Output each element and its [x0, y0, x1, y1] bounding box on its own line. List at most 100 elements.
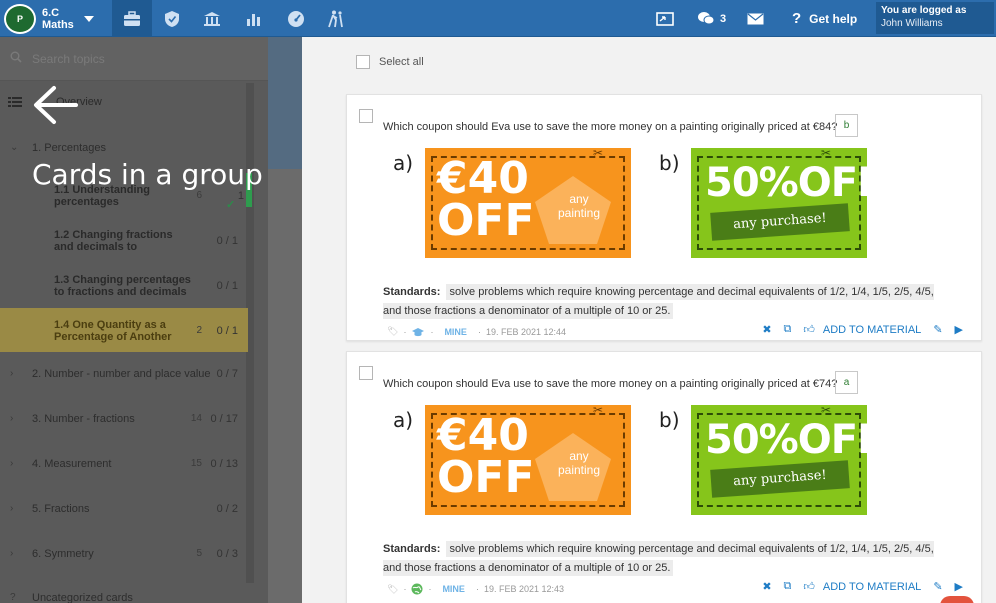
class-switcher[interactable]: P 6.C Maths	[4, 3, 104, 34]
screen-share-button[interactable]	[656, 0, 674, 37]
question-icon: ?	[792, 10, 802, 27]
chat-icon	[698, 11, 715, 24]
cards-panel: Select all Which coupon should Eva use t…	[302, 37, 996, 603]
cast-icon[interactable]: ⧉	[784, 323, 792, 336]
nav-activities[interactable]	[316, 0, 356, 37]
thumbs-up-icon[interactable]: 👍︎	[803, 323, 815, 336]
coupon-b-image: ✂ 50%OFF any purchase!	[691, 146, 884, 258]
subtopic-label: 1.4 One Quantity as a Percentage of Anot…	[54, 319, 172, 343]
nav-dashboard[interactable]	[276, 0, 316, 37]
envelope-icon	[747, 13, 764, 24]
coupon-a-amount: €40	[437, 153, 529, 204]
card-checkbox[interactable]	[359, 109, 373, 123]
cast-icon	[656, 11, 674, 26]
tag-icon[interactable]: 🏷	[387, 584, 398, 595]
bar-chart-icon	[247, 13, 260, 26]
close-icon[interactable]: ✖	[762, 580, 771, 593]
card-date: 19. FEB 2021 12:44	[485, 326, 566, 337]
edit-icon[interactable]: ✎	[933, 580, 942, 593]
hiking-icon	[328, 10, 343, 27]
card-actions: ✖ ⧉ 👍︎ ADD TO MATERIAL ✎ ▶	[750, 580, 963, 593]
card-actions: ✖ ⧉ 👍︎ ADD TO MATERIAL ✎ ▶	[750, 323, 963, 336]
user-account-menu[interactable]: You are logged as John Williams	[876, 2, 994, 34]
scissors-icon: ✂	[593, 146, 604, 160]
search-icon	[10, 51, 22, 63]
mail-button[interactable]	[747, 0, 764, 37]
subtopic-progress: 0 / 1	[216, 235, 238, 247]
coupon-b-off: OFF	[797, 417, 885, 463]
nav-shield[interactable]	[152, 0, 192, 37]
select-all-label: Select all	[379, 56, 424, 68]
topic-progress: 0 / 3	[216, 548, 238, 560]
answer-box: b	[835, 114, 858, 137]
back-arrow-icon[interactable]	[32, 85, 78, 125]
option-a-label: a)	[393, 151, 414, 175]
question-card: Which coupon should Eva use to save the …	[346, 351, 982, 603]
edit-icon[interactable]: ✎	[933, 323, 942, 336]
add-to-material-button[interactable]: ADD TO MATERIAL	[823, 324, 921, 336]
search-placeholder: Search topics	[32, 52, 105, 66]
coupon-a-image: ✂ €40 OFF any painting	[425, 403, 631, 515]
nav-briefcase[interactable]	[112, 0, 152, 37]
card-meta: 🏷 · · MINE · 19. FEB 2021 12:43	[387, 583, 564, 595]
shield-icon	[165, 10, 179, 27]
scissors-icon: ✂	[821, 146, 832, 160]
chat-launcher[interactable]	[940, 596, 974, 603]
coupon-a-text: €40 OFF	[437, 153, 535, 246]
standards-description: solve problems which require knowing per…	[383, 541, 934, 576]
get-help-button[interactable]: ? Get help	[792, 0, 857, 37]
separator: ·	[430, 326, 434, 337]
subtopic-progress: 0 / 1	[216, 325, 238, 337]
nav-statistics[interactable]	[234, 0, 274, 37]
messages-button[interactable]: 3	[697, 0, 726, 37]
graduation-cap-icon	[412, 327, 425, 336]
cast-icon[interactable]: ⧉	[784, 580, 792, 593]
topic-label: Uncategorized cards	[32, 592, 133, 603]
question-icon: ?	[10, 592, 16, 603]
card-checkbox[interactable]	[359, 366, 373, 380]
chevron-down-icon: ⌄	[10, 142, 19, 153]
coupon-a-off: OFF	[437, 195, 535, 246]
separator: ·	[475, 584, 479, 594]
close-icon[interactable]: ✖	[762, 323, 771, 336]
thumbs-up-icon[interactable]: 👍︎	[803, 580, 815, 593]
globe-icon	[411, 583, 423, 595]
check-icon: ✓	[226, 199, 236, 211]
coupon-b-percent: 50%	[705, 417, 799, 463]
owner-label: MINE	[442, 584, 465, 594]
topic-progress: 0 / 7	[216, 368, 238, 380]
overlay-title: Cards in a group	[32, 158, 263, 191]
select-all-checkbox[interactable]: Select all	[356, 55, 424, 69]
add-to-material-button[interactable]: ADD TO MATERIAL	[823, 581, 921, 593]
subtopic-one-quantity[interactable]: 1.4 One Quantity as a Percentage of Anot…	[0, 308, 248, 352]
subtopic-changing-fractions[interactable]: 1.2 Changing fractions and decimals to 0…	[0, 229, 248, 263]
subtopic-progress: 0 / 1	[216, 280, 238, 292]
separator: ·	[403, 584, 407, 594]
nav-institution[interactable]	[192, 0, 232, 37]
owner-label: MINE	[444, 326, 467, 337]
separator: ·	[477, 326, 481, 337]
play-icon[interactable]: ▶	[955, 323, 963, 336]
coupon-b-text: 50%OFF	[705, 160, 885, 206]
subtopic-card-count: 6	[196, 190, 202, 201]
school-logo: P	[4, 3, 36, 34]
class-name: 6.C	[42, 6, 60, 19]
subtopic-label: 1.3 Changing percentages to fractions an…	[54, 274, 191, 298]
subject-name: Maths	[42, 18, 74, 31]
coupon-b-off: OFF	[797, 160, 885, 206]
separator: ·	[428, 584, 432, 594]
subtopic-changing-percentages[interactable]: 1.3 Changing percentages to fractions an…	[0, 274, 248, 308]
topic-label: 5. Fractions	[32, 503, 90, 515]
option-b-label: b)	[659, 151, 680, 175]
chevron-right-icon: ›	[10, 503, 14, 514]
play-icon[interactable]: ▶	[955, 580, 963, 593]
search-topics-input[interactable]: Search topics	[0, 37, 268, 81]
chevron-right-icon: ›	[10, 413, 14, 424]
tag-icon[interactable]: 🏷	[387, 326, 398, 337]
class-label: 6.C Maths	[42, 7, 74, 31]
coupon-a-note: any painting	[557, 192, 601, 220]
checkbox[interactable]	[356, 55, 370, 69]
speedometer-icon	[288, 10, 304, 27]
coupon-b-percent: 50%	[705, 160, 799, 206]
subtopic-label: 1.2 Changing fractions and decimals to	[54, 229, 173, 253]
